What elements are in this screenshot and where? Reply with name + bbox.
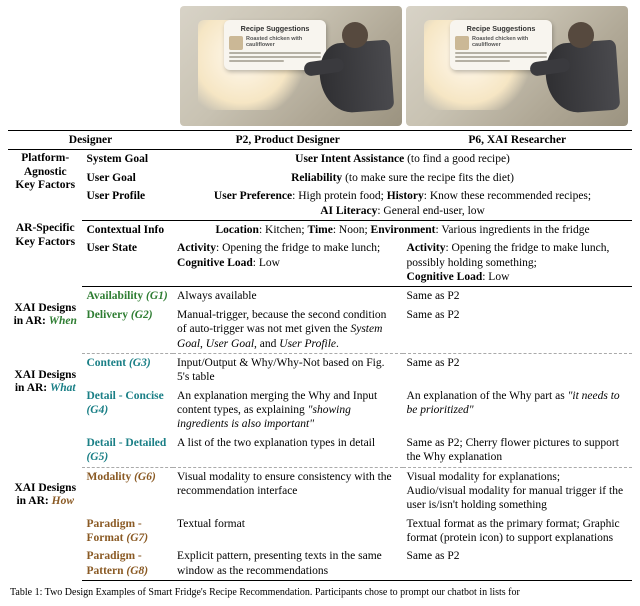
comparison-table: Designer P2, Product Designer P6, XAI Re… xyxy=(8,130,632,581)
sublabel-system-goal: System Goal xyxy=(82,150,173,169)
value-concise-p2: An explanation merging the Why and Input… xyxy=(173,387,402,434)
value-delivery-p2: Manual-trigger, because the second condi… xyxy=(173,306,402,354)
recipe-thumb xyxy=(455,36,469,50)
table-caption: Table 1: Two Design Examples of Smart Fr… xyxy=(8,587,632,600)
recipe-divider xyxy=(455,60,510,62)
col-header-p2: P2, Product Designer xyxy=(173,131,402,150)
person-torso xyxy=(318,40,395,115)
person-torso xyxy=(544,40,621,115)
table-row: Platform- Agnostic Key Factors System Go… xyxy=(8,150,632,169)
value-delivery-p6: Same as P2 xyxy=(403,306,632,354)
recipe-thumb xyxy=(229,36,243,50)
value-system-goal: User Intent Assistance (to find a good r… xyxy=(173,150,632,169)
table-header-row: Designer P2, Product Designer P6, XAI Re… xyxy=(8,131,632,150)
table-row: User State Activity: Opening the fridge … xyxy=(8,239,632,287)
sublabel-detail-concise: Detail - Concise (G4) xyxy=(82,387,173,434)
rowgroup-ar-specific: AR-Specific Key Factors xyxy=(8,220,82,287)
col-header-designer: Designer xyxy=(8,131,173,150)
rowgroup-platform-agnostic: Platform- Agnostic Key Factors xyxy=(8,150,82,221)
page-root: Recipe Suggestions Roasted chicken with … xyxy=(0,0,640,606)
sublabel-availability: Availability (G1) xyxy=(82,287,173,306)
sublabel-user-profile: User Profile xyxy=(82,187,173,220)
sublabel-content: Content (G3) xyxy=(82,353,173,386)
table-row: Paradigm - Pattern (G8) Explicit pattern… xyxy=(8,547,632,580)
sublabel-format: Paradigm - Format (G7) xyxy=(82,515,173,548)
value-contextual-info: Location: Kitchen; Time: Noon; Environme… xyxy=(173,220,632,239)
rowgroup-how: XAI Designsin AR: How xyxy=(8,467,82,581)
table-row: User Goal Reliability (to make sure the … xyxy=(8,169,632,187)
scenario-image-p6: Recipe Suggestions Roasted chicken with … xyxy=(406,6,628,126)
table-row: User Profile User Preference: High prote… xyxy=(8,187,632,220)
sublabel-delivery: Delivery (G2) xyxy=(82,306,173,354)
value-detailed-p2: A list of the two explanation types in d… xyxy=(173,434,402,467)
value-content-p2: Input/Output & Why/Why-Not based on Fig.… xyxy=(173,353,402,386)
sublabel-contextual-info: Contextual Info xyxy=(82,220,173,239)
value-availability-p2: Always available xyxy=(173,287,402,306)
table-row: XAI Designsin AR: What Content (G3) Inpu… xyxy=(8,353,632,386)
person-silhouette xyxy=(298,16,398,122)
table-row: Paradigm - Format (G7) Textual format Te… xyxy=(8,515,632,548)
value-modality-p6: Visual modality for explanations;Audio/v… xyxy=(403,467,632,515)
value-user-profile: User Preference: High protein food; Hist… xyxy=(173,187,632,220)
rowgroup-what: XAI Designsin AR: What xyxy=(8,353,82,467)
sublabel-user-goal: User Goal xyxy=(82,169,173,187)
sublabel-user-state: User State xyxy=(82,239,173,287)
scenario-image-p2: Recipe Suggestions Roasted chicken with … xyxy=(180,6,402,126)
sublabel-modality: Modality (G6) xyxy=(82,467,173,515)
value-modality-p2: Visual modality to ensure consistency wi… xyxy=(173,467,402,515)
sublabel-pattern: Paradigm - Pattern (G8) xyxy=(82,547,173,580)
person-silhouette xyxy=(524,16,624,122)
table-row: AR-Specific Key Factors Contextual Info … xyxy=(8,220,632,239)
value-pattern-p6: Same as P2 xyxy=(403,547,632,580)
value-detailed-p6: Same as P2; Cherry flower pictures to su… xyxy=(403,434,632,467)
recipe-divider xyxy=(229,60,284,62)
value-availability-p6: Same as P2 xyxy=(403,287,632,306)
value-format-p6: Textual format as the primary format; Gr… xyxy=(403,515,632,548)
table-row: XAI Designsin AR: When Availability (G1)… xyxy=(8,287,632,306)
sublabel-detail-detailed: Detail - Detailed (G5) xyxy=(82,434,173,467)
value-concise-p6: An explanation of the Why part as "it ne… xyxy=(403,387,632,434)
value-user-state-p6: Activity: Opening the fridge to make lun… xyxy=(403,239,632,287)
col-header-p6: P6, XAI Researcher xyxy=(403,131,632,150)
table-row: Detail - Detailed (G5) A list of the two… xyxy=(8,434,632,467)
scenario-images-row: Recipe Suggestions Roasted chicken with … xyxy=(8,6,632,126)
value-content-p6: Same as P2 xyxy=(403,353,632,386)
table-row: Delivery (G2) Manual-trigger, because th… xyxy=(8,306,632,354)
value-user-state-p2: Activity: Opening the fridge to make lun… xyxy=(173,239,402,287)
rowgroup-when: XAI Designsin AR: When xyxy=(8,287,82,354)
person-head xyxy=(342,22,368,48)
table-row: XAI Designsin AR: How Modality (G6) Visu… xyxy=(8,467,632,515)
person-head xyxy=(568,22,594,48)
value-user-goal: Reliability (to make sure the recipe fit… xyxy=(173,169,632,187)
value-format-p2: Textual format xyxy=(173,515,402,548)
table-row: Detail - Concise (G4) An explanation mer… xyxy=(8,387,632,434)
value-pattern-p2: Explicit pattern, presenting texts in th… xyxy=(173,547,402,580)
